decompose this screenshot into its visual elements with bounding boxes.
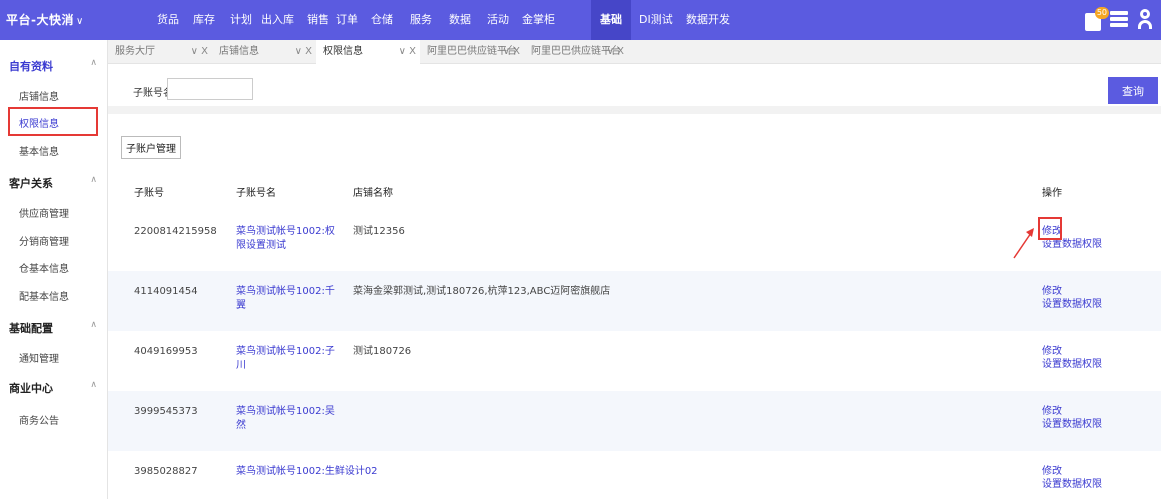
sidebar-group-label: 商业中心 [9, 382, 53, 395]
set-data-permission-link[interactable]: 设置数据权限 [1042, 478, 1102, 491]
tab-alibaba-supply-2[interactable]: 阿里巴巴供应链平台 ∨ X [524, 40, 628, 64]
sidebar-item-shop-info[interactable]: 店铺信息 [0, 83, 108, 105]
row-ops: 修改 设置数据权限 [1042, 225, 1102, 251]
nav-item-jinzhanggui[interactable]: 金掌柜 [513, 0, 564, 40]
top-nav-bar: 平台-大快消 ∨ 货品 库存 计划 出入库 销售 订单 仓储 服务 数据 活动 金… [0, 0, 1161, 40]
nav-item-goods[interactable]: 货品 [148, 0, 188, 40]
set-data-permission-link[interactable]: 设置数据权限 [1042, 418, 1102, 431]
row-ops: 修改 设置数据权限 [1042, 345, 1102, 371]
app-switcher[interactable]: 平台-大快消 ∨ [6, 11, 84, 28]
tab-close-icon[interactable]: ∨ X [399, 40, 416, 64]
top-icons: 50 [1085, 6, 1153, 34]
edit-link[interactable]: 修改 [1042, 405, 1102, 418]
table-row: 3985028827 菜鸟测试帐号1002:生鲜设计02 修改 设置数据权限 [108, 451, 1161, 499]
table-row: 3999545373 菜鸟测试帐号1002:吴然 修改 设置数据权限 [108, 391, 1161, 451]
tab-shop-info[interactable]: 店铺信息 ∨ X [212, 40, 316, 64]
column-header-shop: 店铺名称 [353, 188, 393, 199]
nav-item-service[interactable]: 服务 [401, 0, 441, 40]
nav-item-di-test[interactable]: DI测试 [630, 0, 682, 40]
sidebar-group-basic-config[interactable]: 基础配置 ∧ [0, 316, 108, 338]
column-header-name: 子账号名 [236, 188, 276, 199]
message-icon[interactable]: 50 [1085, 6, 1109, 31]
sidebar-group-own-data[interactable]: 自有资料 ∧ [0, 54, 108, 76]
cell-id: 2200814215958 [134, 226, 217, 237]
sidebar-group-label: 基础配置 [9, 322, 53, 335]
tab-close-icon[interactable]: ∨ X [607, 40, 624, 64]
chevron-up-icon: ∧ [90, 320, 97, 330]
set-data-permission-link[interactable]: 设置数据权限 [1042, 238, 1102, 251]
chevron-down-icon: ∨ [75, 16, 84, 27]
cell-shop: 菜海金梁郭测试,测试180726,杭萍123,ABC迈阿密旗舰店 [353, 286, 611, 297]
sidebar-item-notify-mgmt[interactable]: 通知管理 [0, 345, 108, 367]
tab-bar: 服务大厅 ∨ X 店铺信息 ∨ X 权限信息 ∨ X 阿里巴巴供应链平台 ∨ X 阿里巴… [108, 40, 1161, 64]
tab-close-icon[interactable]: ∨ X [295, 40, 312, 64]
tab-alibaba-supply-1[interactable]: 阿里巴巴供应链平台 ∨ X [420, 40, 524, 64]
sidebar-item-delivery-basic[interactable]: 配基本信息 [0, 283, 108, 305]
sidebar-item-business-notice[interactable]: 商务公告 [0, 407, 108, 429]
cell-id: 4114091454 [134, 286, 198, 297]
row-ops: 修改 设置数据权限 [1042, 405, 1102, 431]
nav-item-activity[interactable]: 活动 [478, 0, 518, 40]
nav-item-data-dev[interactable]: 数据开发 [677, 0, 739, 40]
edit-link[interactable]: 修改 [1042, 225, 1102, 238]
tab-close-icon[interactable]: ∨ X [191, 40, 208, 64]
cell-name-link[interactable]: 菜鸟测试帐号1002:子川 [236, 345, 342, 373]
chevron-up-icon: ∧ [90, 380, 97, 390]
user-icon[interactable] [1137, 9, 1153, 31]
search-bar: 子账号名 查询 [108, 64, 1161, 114]
app-title: 平台-大快消 [6, 13, 74, 27]
edit-link[interactable]: 修改 [1042, 345, 1102, 358]
nav-item-basics[interactable]: 基础 [591, 0, 631, 40]
sidebar: 自有资料 ∧ 店铺信息 权限信息 基本信息 客户关系 ∧ 供应商管理 分销商管理… [0, 40, 108, 499]
main-content: 子账户管理 子账号 子账号名 店铺名称 操作 2200814215958 菜鸟测… [108, 122, 1161, 499]
nav-item-orders[interactable]: 订单 [327, 0, 367, 40]
table-row: 4114091454 菜鸟测试帐号1002:千翼 菜海金梁郭测试,测试18072… [108, 271, 1161, 331]
chevron-up-icon: ∧ [90, 175, 97, 185]
set-data-permission-link[interactable]: 设置数据权限 [1042, 358, 1102, 371]
cell-name-link[interactable]: 菜鸟测试帐号1002:权限设置测试 [236, 225, 342, 253]
cell-name-link[interactable]: 菜鸟测试帐号1002:生鲜设计02 [236, 465, 436, 479]
table-row: 2200814215958 菜鸟测试帐号1002:权限设置测试 测试12356 … [108, 211, 1161, 271]
cell-id: 3985028827 [134, 466, 198, 477]
tab-permission-info[interactable]: 权限信息 ∨ X [316, 40, 420, 64]
chevron-up-icon: ∧ [90, 58, 97, 68]
sidebar-group-label: 客户关系 [9, 177, 53, 190]
message-badge: 50 [1094, 6, 1109, 19]
table-row: 4049169953 菜鸟测试帐号1002:子川 测试180726 修改 设置数… [108, 331, 1161, 391]
column-header-id: 子账号 [134, 188, 164, 199]
column-header-ops: 操作 [1042, 188, 1062, 199]
sidebar-group-customer-relations[interactable]: 客户关系 ∧ [0, 171, 108, 193]
tab-service-hall[interactable]: 服务大厅 ∨ X [108, 40, 212, 64]
edit-link[interactable]: 修改 [1042, 465, 1102, 478]
cell-name-link[interactable]: 菜鸟测试帐号1002:千翼 [236, 285, 342, 313]
row-ops: 修改 设置数据权限 [1042, 465, 1102, 491]
cell-shop: 测试180726 [353, 346, 412, 357]
set-data-permission-link[interactable]: 设置数据权限 [1042, 298, 1102, 311]
nav-item-data[interactable]: 数据 [440, 0, 480, 40]
row-ops: 修改 设置数据权限 [1042, 285, 1102, 311]
query-button[interactable]: 查询 [1108, 77, 1158, 104]
sub-account-mgmt-button[interactable]: 子账户管理 [121, 136, 181, 159]
sidebar-group-label: 自有资料 [9, 60, 53, 73]
nav-item-inbound-outbound[interactable]: 出入库 [252, 0, 303, 40]
cell-id: 3999545373 [134, 406, 198, 417]
sidebar-item-permission-info[interactable]: 权限信息 [0, 110, 108, 132]
cell-name-link[interactable]: 菜鸟测试帐号1002:吴然 [236, 405, 342, 433]
sidebar-item-distributor-mgmt[interactable]: 分销商管理 [0, 228, 108, 250]
cell-id: 4049169953 [134, 346, 198, 357]
sidebar-item-supplier-mgmt[interactable]: 供应商管理 [0, 200, 108, 222]
sidebar-item-warehouse-basic[interactable]: 仓基本信息 [0, 255, 108, 277]
sidebar-item-basic-info[interactable]: 基本信息 [0, 138, 108, 160]
sidebar-group-business-center[interactable]: 商业中心 ∧ [0, 376, 108, 398]
sub-account-name-input[interactable] [167, 78, 253, 100]
list-icon[interactable] [1110, 9, 1128, 31]
nav-item-warehouse[interactable]: 仓储 [362, 0, 402, 40]
nav-item-inventory[interactable]: 库存 [184, 0, 224, 40]
tab-close-icon[interactable]: ∨ X [503, 40, 520, 64]
edit-link[interactable]: 修改 [1042, 285, 1102, 298]
cell-shop: 测试12356 [353, 226, 405, 237]
